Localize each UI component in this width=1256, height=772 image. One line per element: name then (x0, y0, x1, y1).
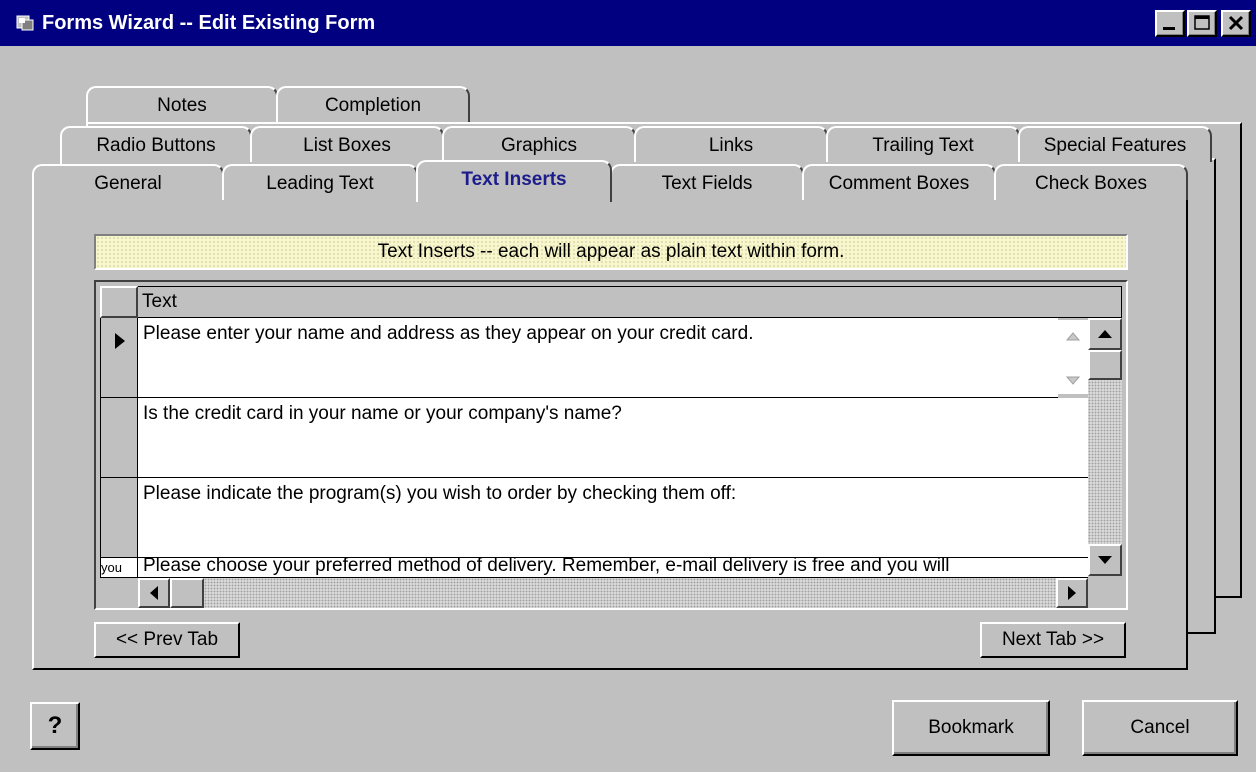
cell-scroll-up-icon (1065, 332, 1081, 341)
horizontal-scroll-thumb[interactable] (170, 578, 204, 608)
scroll-down-button[interactable] (1088, 544, 1122, 576)
scroll-up-button[interactable] (1088, 318, 1122, 350)
tab-check-boxes[interactable]: Check Boxes (994, 164, 1188, 200)
tab-leading-text[interactable]: Leading Text (222, 164, 418, 200)
horizontal-scrollbar[interactable] (138, 578, 1088, 608)
prev-tab-button[interactable]: << Prev Tab (94, 622, 240, 658)
row-selector[interactable] (100, 398, 138, 478)
current-row-arrow-icon (115, 333, 125, 349)
scrollbar-corner (1088, 576, 1122, 608)
tab-list-boxes[interactable]: List Boxes (250, 126, 444, 162)
row-selector[interactable] (100, 318, 138, 398)
window-frame-left (0, 46, 18, 772)
row-selector[interactable] (100, 478, 138, 558)
arrow-up-icon (1098, 330, 1112, 338)
vertical-scrollbar[interactable] (1088, 318, 1122, 608)
minimize-button[interactable] (1155, 10, 1185, 37)
tab-text-fields[interactable]: Text Fields (610, 164, 804, 200)
text-insert-row[interactable]: Please enter your name and address as th… (138, 318, 1058, 398)
text-insert-row[interactable]: Is the credit card in your name or your … (138, 398, 1088, 478)
column-header-text[interactable]: Text (138, 286, 1122, 318)
maximize-button[interactable] (1187, 10, 1217, 37)
tab-general[interactable]: General (32, 164, 224, 200)
tab-completion[interactable]: Completion (276, 86, 470, 122)
arrow-left-icon (150, 586, 158, 600)
tab-graphics[interactable]: Graphics (442, 126, 636, 162)
cell-scroll-down-icon (1065, 376, 1081, 385)
minimize-icon (1163, 27, 1175, 30)
close-button[interactable] (1221, 10, 1251, 37)
app-icon (16, 15, 34, 31)
section-banner: Text Inserts -- each will appear as plai… (94, 234, 1128, 270)
tab-trailing-text[interactable]: Trailing Text (826, 126, 1020, 162)
cancel-button[interactable]: Cancel (1082, 700, 1238, 756)
tab-special-features[interactable]: Special Features (1018, 126, 1212, 162)
tab-text-inserts[interactable]: Text Inserts (416, 160, 612, 202)
bookmark-button[interactable]: Bookmark (892, 700, 1050, 756)
window-title: Forms Wizard -- Edit Existing Form (42, 12, 376, 34)
text-inserts-grid[interactable]: Text Please enter your name and address … (94, 280, 1128, 610)
help-button[interactable]: ? (30, 702, 80, 750)
title-bar: Forms Wizard -- Edit Existing Form (0, 0, 1256, 46)
close-icon (1228, 15, 1244, 31)
cell-scrollbar[interactable] (1058, 320, 1088, 394)
scroll-right-button[interactable] (1056, 578, 1088, 608)
tab-comment-boxes[interactable]: Comment Boxes (802, 164, 996, 200)
next-tab-button[interactable]: Next Tab >> (980, 622, 1126, 658)
tab-links[interactable]: Links (634, 126, 828, 162)
text-insert-row[interactable]: Please indicate the program(s) you wish … (138, 478, 1088, 558)
tab-radio-buttons[interactable]: Radio Buttons (60, 126, 252, 162)
maximize-icon (1194, 15, 1210, 30)
scroll-left-button[interactable] (138, 578, 170, 608)
grid-corner-header[interactable] (100, 286, 138, 318)
text-insert-row[interactable]: Please choose your preferred method of d… (138, 558, 1088, 578)
arrow-down-icon (1098, 556, 1112, 564)
vertical-scroll-thumb[interactable] (1088, 350, 1122, 380)
help-icon: ? (47, 712, 63, 739)
arrow-right-icon (1068, 586, 1076, 600)
tab-notes[interactable]: Notes (86, 86, 278, 122)
row-selector[interactable]: you (100, 558, 138, 578)
